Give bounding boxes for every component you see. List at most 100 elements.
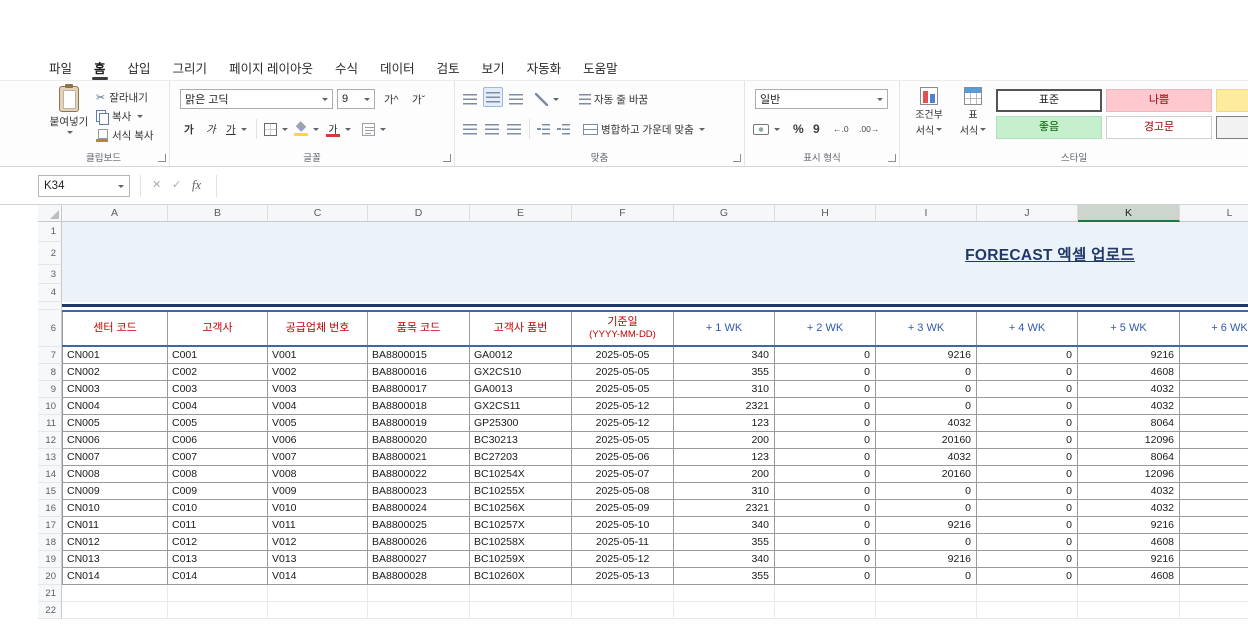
- cell[interactable]: C006: [168, 432, 268, 449]
- column-header-E[interactable]: E: [470, 205, 572, 222]
- row-header-15[interactable]: 15: [38, 483, 62, 500]
- cell[interactable]: 340: [674, 347, 775, 364]
- cell[interactable]: 310: [674, 381, 775, 398]
- cell[interactable]: 4032: [876, 415, 977, 432]
- cell[interactable]: BC10257X: [470, 517, 572, 534]
- merge-center-button[interactable]: 병합하고 가운데 맞춤: [583, 119, 705, 139]
- cell[interactable]: [1180, 347, 1248, 364]
- cell-style-4[interactable]: 경고문: [1106, 116, 1212, 139]
- cell[interactable]: BC10254X: [470, 466, 572, 483]
- cell[interactable]: 2025-05-09: [572, 500, 674, 517]
- cell[interactable]: BA8800020: [368, 432, 470, 449]
- row-header-7[interactable]: 7: [38, 347, 62, 364]
- cell[interactable]: V013: [268, 551, 368, 568]
- row-header-16[interactable]: 16: [38, 500, 62, 517]
- cut-button[interactable]: ✂ 잘라내기: [96, 88, 168, 107]
- cell[interactable]: 2025-05-08: [572, 483, 674, 500]
- row-header-11[interactable]: 11: [38, 415, 62, 432]
- cell[interactable]: 0: [876, 534, 977, 551]
- cell[interactable]: 2025-05-12: [572, 415, 674, 432]
- cell[interactable]: V009: [268, 483, 368, 500]
- align-center-button[interactable]: [485, 119, 499, 139]
- percent-style-button[interactable]: %: [793, 119, 804, 139]
- cell[interactable]: 2025-05-10: [572, 517, 674, 534]
- cell[interactable]: V011: [268, 517, 368, 534]
- column-header-H[interactable]: H: [775, 205, 876, 222]
- cell[interactable]: C013: [168, 551, 268, 568]
- row-header-1[interactable]: 1: [38, 222, 62, 242]
- cell[interactable]: 340: [674, 551, 775, 568]
- copy-button[interactable]: 복사: [96, 107, 168, 126]
- cell[interactable]: V012: [268, 534, 368, 551]
- cell[interactable]: V008: [268, 466, 368, 483]
- underline-button[interactable]: 가: [226, 119, 247, 139]
- cell[interactable]: 2321: [674, 500, 775, 517]
- cell[interactable]: 123: [674, 449, 775, 466]
- cell[interactable]: [1180, 432, 1248, 449]
- cell[interactable]: [470, 585, 572, 602]
- cell[interactable]: BC10255X: [470, 483, 572, 500]
- row-header-21[interactable]: 21: [38, 585, 62, 602]
- cell[interactable]: 2025-05-07: [572, 466, 674, 483]
- wrap-text-button[interactable]: 자동 줄 바꿈: [579, 89, 648, 109]
- cell[interactable]: V005: [268, 415, 368, 432]
- cell[interactable]: C007: [168, 449, 268, 466]
- cell[interactable]: 0: [775, 483, 876, 500]
- row-header-14[interactable]: 14: [38, 466, 62, 483]
- row-header-12[interactable]: 12: [38, 432, 62, 449]
- cell[interactable]: C005: [168, 415, 268, 432]
- cell[interactable]: [368, 602, 470, 619]
- cell[interactable]: 8064: [1078, 449, 1180, 466]
- cell[interactable]: 0: [977, 415, 1078, 432]
- cell[interactable]: 0: [977, 568, 1078, 585]
- cell[interactable]: CN010: [62, 500, 168, 517]
- row-header-8[interactable]: 8: [38, 364, 62, 381]
- accounting-format-button[interactable]: [753, 119, 780, 139]
- column-header-F[interactable]: F: [572, 205, 674, 222]
- title-cells-area[interactable]: FORECAST 엑셀 업로드: [62, 222, 1248, 302]
- cell[interactable]: 2025-05-06: [572, 449, 674, 466]
- borders-button[interactable]: [264, 119, 288, 139]
- cell[interactable]: 20160: [876, 466, 977, 483]
- cell[interactable]: [977, 602, 1078, 619]
- cell[interactable]: 0: [977, 432, 1078, 449]
- cell[interactable]: C010: [168, 500, 268, 517]
- cell[interactable]: BA8800017: [368, 381, 470, 398]
- cell[interactable]: 4032: [876, 449, 977, 466]
- cell[interactable]: CN009: [62, 483, 168, 500]
- cell[interactable]: [1180, 449, 1248, 466]
- row-header-19[interactable]: 19: [38, 551, 62, 568]
- cell[interactable]: C003: [168, 381, 268, 398]
- menu-tab[interactable]: 삽입: [117, 55, 162, 80]
- cell[interactable]: [1180, 517, 1248, 534]
- cell[interactable]: 310: [674, 483, 775, 500]
- cell[interactable]: 0: [775, 347, 876, 364]
- cell[interactable]: [1180, 483, 1248, 500]
- cell[interactable]: [1180, 551, 1248, 568]
- align-left-button[interactable]: [463, 119, 477, 139]
- select-all-button[interactable]: [38, 205, 62, 222]
- row-header-13[interactable]: 13: [38, 449, 62, 466]
- row-header-20[interactable]: 20: [38, 568, 62, 585]
- font-name-select[interactable]: 맑은 고딕: [180, 89, 333, 109]
- cell[interactable]: 0: [977, 449, 1078, 466]
- table-header-cell[interactable]: 고객사: [168, 312, 268, 345]
- cell[interactable]: V003: [268, 381, 368, 398]
- cell[interactable]: 9216: [876, 517, 977, 534]
- cell-style-2[interactable]: 보통: [1216, 89, 1248, 112]
- cell[interactable]: CN008: [62, 466, 168, 483]
- align-bottom-button[interactable]: [509, 89, 523, 109]
- cell[interactable]: [62, 602, 168, 619]
- cell[interactable]: 200: [674, 466, 775, 483]
- cell[interactable]: [1078, 585, 1180, 602]
- cell[interactable]: V006: [268, 432, 368, 449]
- row-header-5[interactable]: [38, 302, 62, 310]
- cell[interactable]: 4032: [1078, 398, 1180, 415]
- cell[interactable]: 4608: [1078, 534, 1180, 551]
- table-header-cell[interactable]: 기준일(YYYY-MM-DD): [572, 312, 674, 345]
- cell-style-1[interactable]: 나쁨: [1106, 89, 1212, 112]
- column-header-I[interactable]: I: [876, 205, 977, 222]
- cell[interactable]: [470, 602, 572, 619]
- cell[interactable]: 355: [674, 568, 775, 585]
- menu-tab[interactable]: 도움말: [572, 55, 629, 80]
